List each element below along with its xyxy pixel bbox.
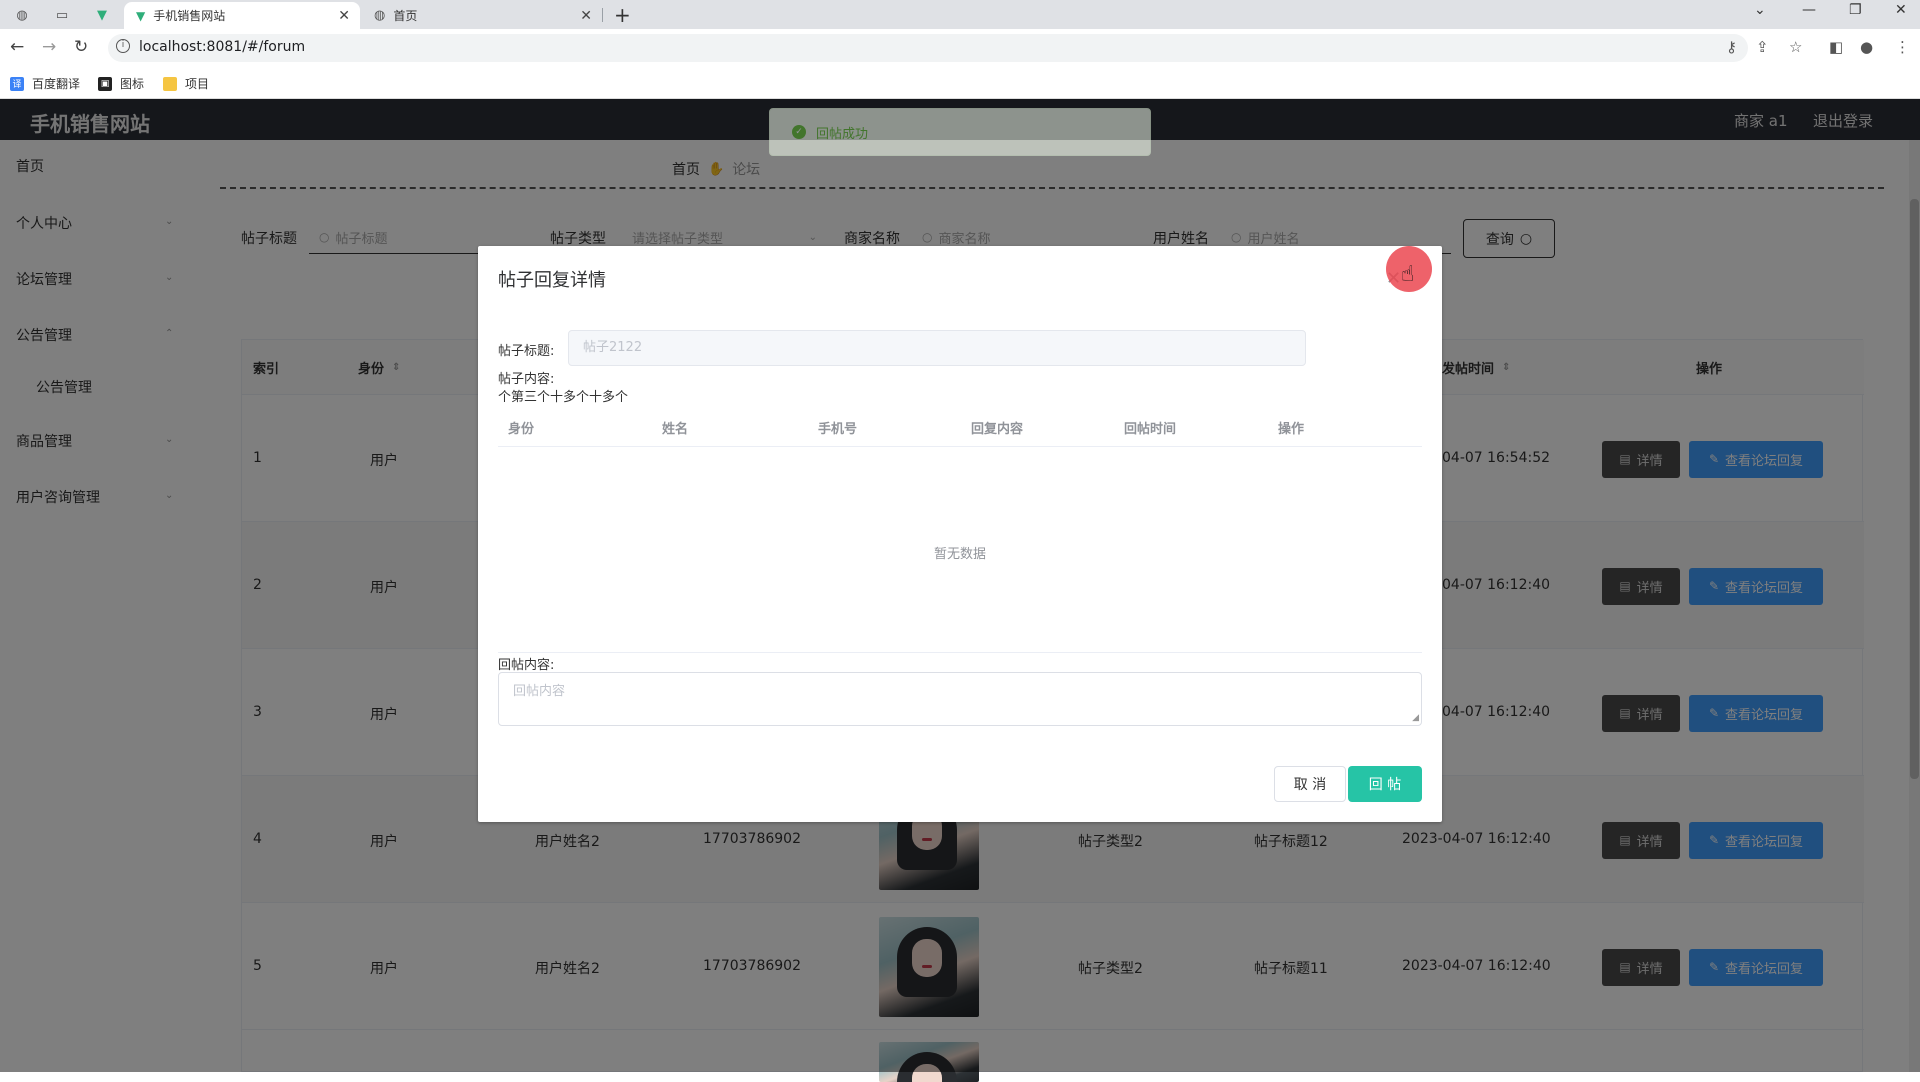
reply-column-time: 回帖时间 — [1124, 422, 1177, 437]
tab-app[interactable]: ▼ 手机销售网站 ✕ — [124, 2, 360, 29]
bookmark-project[interactable]: 项目 — [163, 75, 209, 92]
reply-column-name: 姓名 — [662, 422, 689, 437]
globe-icon[interactable]: ◍ — [12, 5, 32, 25]
dialog-title: 帖子回复详情 — [498, 270, 606, 291]
info-icon[interactable]: i — [116, 39, 130, 53]
post-content-label: 帖子内容: — [498, 372, 555, 387]
tab-title: 首页 — [393, 9, 418, 23]
close-icon[interactable]: ✕ — [580, 8, 592, 24]
reply-content-textarea[interactable]: 回帖内容 ◢ — [498, 672, 1422, 726]
star-icon[interactable]: ☆ — [1789, 38, 1802, 56]
hand-cursor-icon: ☝ — [1401, 262, 1415, 287]
bookmarks-bar: 译 百度翻译 ▣ 图标 项目 — [0, 67, 1920, 99]
vue-icon: ▼ — [136, 8, 146, 23]
forward-icon[interactable]: → — [42, 37, 56, 57]
bookmark-label: 图标 — [120, 77, 145, 91]
chevron-down-icon[interactable]: ⌄ — [1754, 2, 1766, 18]
divider — [498, 446, 1422, 447]
reload-icon[interactable]: ↻ — [74, 37, 88, 57]
toast-message: 回帖成功 — [816, 126, 869, 142]
post-content-text: 个第三个十多个十多个 — [498, 390, 629, 405]
bookmark-label: 百度翻译 — [32, 77, 81, 91]
divider — [498, 652, 1422, 653]
reply-column-identity: 身份 — [508, 422, 535, 437]
globe-icon: ◍ — [374, 8, 386, 23]
bookmark-icons[interactable]: ▣ 图标 — [98, 75, 144, 92]
avatar-icon[interactable]: ● — [1860, 38, 1873, 56]
new-tab-icon[interactable]: + — [614, 3, 631, 27]
address-bar: ← → ↻ i localhost:8081/#/forum ⚷ ⇪ ☆ ◧ ●… — [0, 29, 1920, 67]
key-icon[interactable]: ⚷ — [1726, 38, 1737, 56]
tab-home[interactable]: ◍ 首页 ✕ — [366, 2, 602, 29]
check-icon: ✓ — [792, 125, 806, 139]
reply-column-actions: 操作 — [1278, 422, 1305, 437]
close-icon[interactable]: ✕ — [338, 8, 350, 24]
url-field[interactable]: i localhost:8081/#/forum — [108, 34, 1748, 62]
sidepanel-icon[interactable]: ◧ — [1829, 38, 1843, 56]
post-title-label: 帖子标题: — [498, 344, 555, 359]
reply-column-content: 回复内容 — [971, 422, 1024, 437]
image-icon: ▣ — [98, 76, 112, 91]
cancel-button[interactable]: 取 消 — [1274, 766, 1346, 802]
bookmark-label: 项目 — [185, 77, 210, 91]
translate-icon: 译 — [10, 76, 24, 91]
post-reply-button[interactable]: 回 帖 — [1348, 766, 1422, 802]
close-window-icon[interactable]: ✕ — [1895, 2, 1907, 18]
back-icon[interactable]: ← — [10, 37, 24, 57]
folder-icon — [163, 76, 177, 91]
browser-tab-bar: ◍ ▭ ▼ ▼ 手机销售网站 ✕ ◍ 首页 ✕ + ⌄ — ❐ ✕ — [0, 0, 1920, 29]
reply-content-label: 回帖内容: — [498, 658, 555, 673]
success-toast: ✓ 回帖成功 — [769, 108, 1151, 156]
reply-detail-dialog: 帖子回复详情 ✕ 帖子标题: 帖子2122 帖子内容: 个第三个十多个十多个 身… — [478, 246, 1442, 822]
tab-title: 手机销售网站 — [153, 9, 226, 23]
restore-icon[interactable]: ❐ — [1849, 2, 1862, 18]
tab-separator — [602, 8, 603, 22]
minimize-icon[interactable]: — — [1802, 2, 1816, 18]
url-text: localhost:8081/#/forum — [139, 39, 306, 55]
empty-text: 暂无数据 — [933, 547, 986, 562]
reply-column-phone: 手机号 — [818, 422, 858, 437]
vue-icon[interactable]: ▼ — [92, 5, 112, 25]
menu-icon[interactable]: ⋮ — [1895, 38, 1910, 56]
blank-tab-icon[interactable]: ▭ — [52, 5, 72, 25]
share-icon[interactable]: ⇪ — [1756, 38, 1769, 56]
resize-grip-icon[interactable]: ◢ — [1412, 713, 1419, 723]
bookmark-translate[interactable]: 译 百度翻译 — [10, 75, 80, 92]
post-title-field: 帖子2122 — [568, 330, 1306, 366]
